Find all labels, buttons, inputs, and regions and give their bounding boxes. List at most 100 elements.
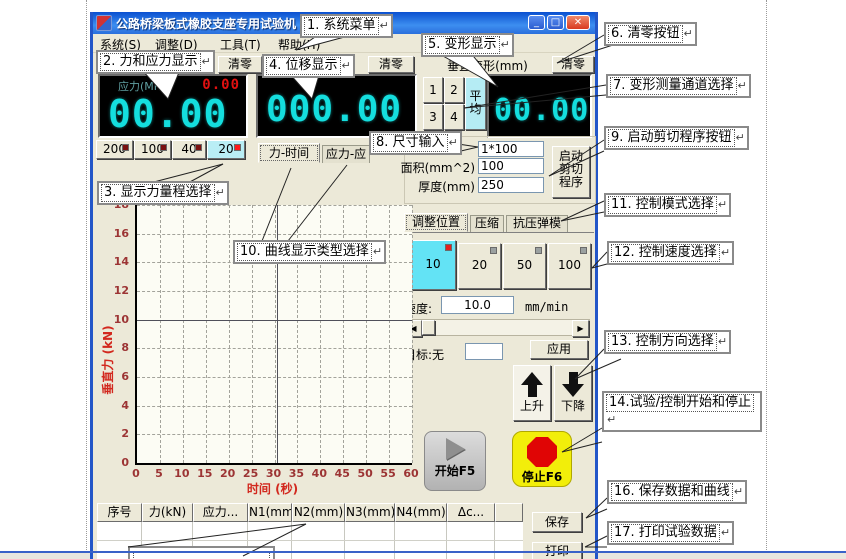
speed-10-button-selected[interactable]: 10 bbox=[410, 240, 456, 290]
return-mark-icon: ↵ bbox=[380, 19, 389, 32]
y-tick-label: 6 bbox=[121, 370, 129, 383]
callout-text: 16. 保存数据和曲线 bbox=[611, 483, 733, 501]
menu-help[interactable]: 帮助(H) bbox=[278, 36, 320, 53]
close-button[interactable]: ✕ bbox=[566, 15, 590, 30]
save-button[interactable]: 保存 bbox=[532, 512, 582, 532]
return-mark-icon: ↵ bbox=[738, 79, 747, 92]
range-indicator-icon bbox=[234, 144, 241, 151]
area-input[interactable] bbox=[478, 158, 544, 174]
y-tick-label: 4 bbox=[121, 399, 129, 412]
speed-value-input[interactable] bbox=[441, 296, 514, 314]
channel-3-button[interactable]: 3 bbox=[423, 104, 443, 130]
force-clear-button[interactable]: 清零 bbox=[218, 56, 262, 73]
x-tick-label: 55 bbox=[379, 467, 397, 480]
y-tick-label: 16 bbox=[114, 227, 129, 240]
range-40-button[interactable]: 40 bbox=[172, 140, 206, 159]
gridline-v bbox=[206, 205, 207, 463]
gridline-v bbox=[412, 205, 413, 463]
speed-20-button[interactable]: 20 bbox=[458, 243, 501, 289]
x-tick-label: 5 bbox=[150, 467, 168, 480]
x-tick-label: 0 bbox=[127, 467, 145, 480]
app-window: 公路桥梁板式橡胶支座专用试验机 _ □ ✕ 系统(S) 调整(D) 工具(T) … bbox=[90, 12, 598, 559]
scrollbar-thumb[interactable] bbox=[422, 320, 435, 335]
col-header-force: 力(kN) bbox=[142, 503, 193, 522]
maximize-button[interactable]: □ bbox=[547, 15, 564, 30]
x-axis-ticks: 051015202530354045505560 bbox=[135, 467, 412, 479]
speed-label: 50 bbox=[517, 258, 532, 272]
gridline-v bbox=[160, 205, 161, 463]
channel-4-button[interactable]: 4 bbox=[444, 104, 464, 130]
area-label: 面积(mm^2) bbox=[393, 159, 475, 176]
range-100-button[interactable]: 100 bbox=[134, 140, 171, 159]
range-20-button-selected[interactable]: 20 bbox=[207, 140, 245, 159]
x-tick-label: 25 bbox=[242, 467, 260, 480]
apply-button[interactable]: 应用 bbox=[530, 340, 588, 359]
return-mark-icon: ↵ bbox=[736, 131, 745, 144]
channel-average-button[interactable]: 平均 bbox=[465, 77, 486, 130]
right-margin-guide bbox=[766, 0, 767, 552]
minimize-button[interactable]: _ bbox=[528, 15, 545, 30]
callout-force-stress-display: 2. 力和应力显示↵ bbox=[96, 50, 215, 74]
speed-indicator-icon bbox=[535, 247, 542, 254]
return-mark-icon: ↵ bbox=[501, 38, 510, 51]
return-mark-icon: ↵ bbox=[734, 485, 743, 498]
speed-label: 20 bbox=[472, 258, 487, 272]
callout-print-data: 17. 打印试验数据↵ bbox=[607, 521, 734, 545]
tab-force-time[interactable]: 力-时间 bbox=[258, 143, 320, 163]
speed-100-button[interactable]: 100 bbox=[548, 243, 591, 289]
speed-50-button[interactable]: 50 bbox=[503, 243, 546, 289]
table-row-divider bbox=[97, 540, 523, 541]
play-icon bbox=[446, 438, 465, 460]
tab-compression-modulus[interactable]: 抗压弹模 bbox=[506, 215, 568, 232]
menu-tools[interactable]: 工具(T) bbox=[220, 36, 261, 53]
app-icon bbox=[96, 15, 112, 31]
range-indicator-icon bbox=[195, 144, 202, 151]
target-input[interactable] bbox=[465, 343, 503, 360]
tab-compression[interactable]: 压缩 bbox=[470, 215, 504, 232]
start-button[interactable]: 开始F5 bbox=[424, 431, 486, 491]
scrollbar-right-arrow-icon[interactable]: ▶ bbox=[572, 320, 589, 337]
range-200-button[interactable]: 200 bbox=[96, 140, 133, 159]
down-button[interactable]: 下降 bbox=[554, 365, 592, 421]
y-tick-label: 8 bbox=[121, 341, 129, 354]
return-mark-icon: ↵ bbox=[721, 526, 730, 539]
displacement-clear-button[interactable]: 清零 bbox=[368, 56, 414, 73]
callout-text: 2. 力和应力显示 bbox=[100, 53, 201, 71]
start-shear-program-button[interactable]: 启动剪切程序 bbox=[552, 146, 590, 198]
callout-force-range-select: 3. 显示力量程选择↵ bbox=[97, 181, 229, 205]
callout-speed-select: 12. 控制速度选择↵ bbox=[607, 241, 734, 265]
col-header-n2: N2(mm) bbox=[292, 503, 345, 522]
displacement-display: 000.00 bbox=[256, 74, 417, 138]
x-tick-label: 40 bbox=[310, 467, 328, 480]
callout-text: 6. 清零按钮 bbox=[608, 25, 683, 43]
callout-text: 1. 系统菜单 bbox=[304, 17, 379, 35]
speed-scrollbar[interactable]: ◀ ▶ bbox=[404, 319, 590, 336]
up-arrow-stem-icon bbox=[528, 385, 537, 397]
shear-button-label: 启动剪切程序 bbox=[557, 150, 585, 189]
tab-stress-strain[interactable]: 应力-应 bbox=[322, 145, 370, 163]
col-header-extra bbox=[495, 503, 523, 522]
up-button[interactable]: 上升 bbox=[513, 365, 551, 421]
deformation-display: 00.00 bbox=[487, 74, 592, 138]
return-mark-icon: ↵ bbox=[216, 186, 225, 199]
speed-label: 10 bbox=[425, 257, 440, 271]
stress-value: 0.00 bbox=[202, 77, 240, 93]
deformation-clear-button[interactable]: 清零 bbox=[552, 56, 594, 73]
down-arrow-stem-icon bbox=[569, 372, 578, 384]
channel-1-button[interactable]: 1 bbox=[423, 77, 443, 103]
callout-channel-select: 7. 变形测量通道选择↵ bbox=[606, 74, 751, 98]
callout-control-mode-select: 11. 控制模式选择↵ bbox=[604, 193, 731, 217]
return-mark-icon: ↵ bbox=[718, 198, 727, 211]
size-input[interactable] bbox=[478, 141, 544, 157]
callout-text: 9. 启动剪切程序按钮 bbox=[608, 129, 735, 147]
stop-button[interactable]: 停止F6 bbox=[512, 431, 572, 487]
callout-text: 3. 显示力量程选择 bbox=[101, 184, 215, 202]
callout-direction-select: 13. 控制方向选择↵ bbox=[604, 330, 731, 354]
callout-curve-type-select: 10. 曲线显示类型选择↵ bbox=[233, 240, 386, 264]
x-tick-label: 15 bbox=[196, 467, 214, 480]
tab-adjust-position[interactable]: 调整位置 bbox=[404, 213, 468, 232]
callout-clear-button: 6. 清零按钮↵ bbox=[604, 22, 697, 46]
callout-text: 4. 位移显示 bbox=[266, 57, 341, 75]
channel-2-button[interactable]: 2 bbox=[444, 77, 464, 103]
thickness-input[interactable] bbox=[478, 177, 544, 193]
